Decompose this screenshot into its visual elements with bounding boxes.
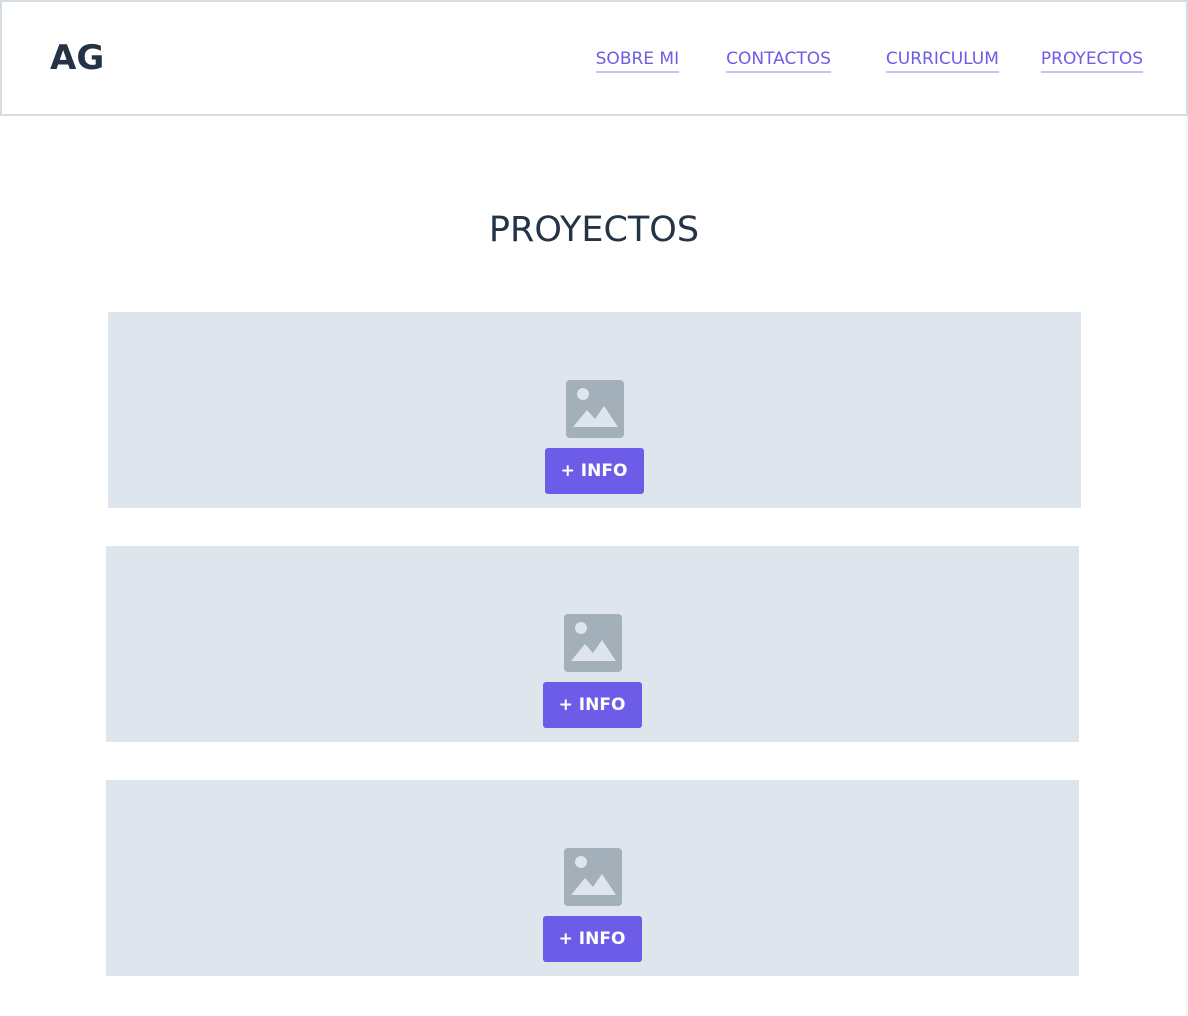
- project-info-button[interactable]: + INFO: [542, 682, 642, 728]
- project-info-button[interactable]: + INFO: [544, 448, 644, 494]
- site-header: AG SOBRE MI CONTACTOS CURRICULUM PROYECT…: [0, 0, 1188, 116]
- project-card-3: + INFO: [106, 780, 1079, 976]
- projects-title: PROYECTOS: [488, 210, 700, 250]
- project-card-content: + INFO: [106, 546, 1079, 742]
- project-card-content: + INFO: [108, 312, 1081, 508]
- image-placeholder-icon: [563, 848, 622, 906]
- nav-link-proyectos[interactable]: PROYECTOS: [1040, 47, 1143, 73]
- nav-link-sobre-mi[interactable]: SOBRE MI: [595, 47, 680, 73]
- project-card-2: + INFO: [106, 546, 1079, 742]
- image-placeholder-icon: [565, 380, 624, 438]
- nav-link-contactos[interactable]: CONTACTOS: [726, 47, 831, 73]
- project-card-content: + INFO: [106, 780, 1079, 976]
- portfolio-page: AG SOBRE MI CONTACTOS CURRICULUM PROYECT…: [0, 0, 1188, 1016]
- site-logo[interactable]: AG: [50, 38, 104, 78]
- nav-link-curriculum[interactable]: CURRICULUM: [885, 47, 999, 73]
- project-card-1: + INFO: [108, 312, 1081, 508]
- image-placeholder-icon: [563, 614, 622, 672]
- main-navigation: SOBRE MI CONTACTOS CURRICULUM PROYECTOS: [595, 47, 1143, 73]
- project-info-button[interactable]: + INFO: [542, 916, 642, 962]
